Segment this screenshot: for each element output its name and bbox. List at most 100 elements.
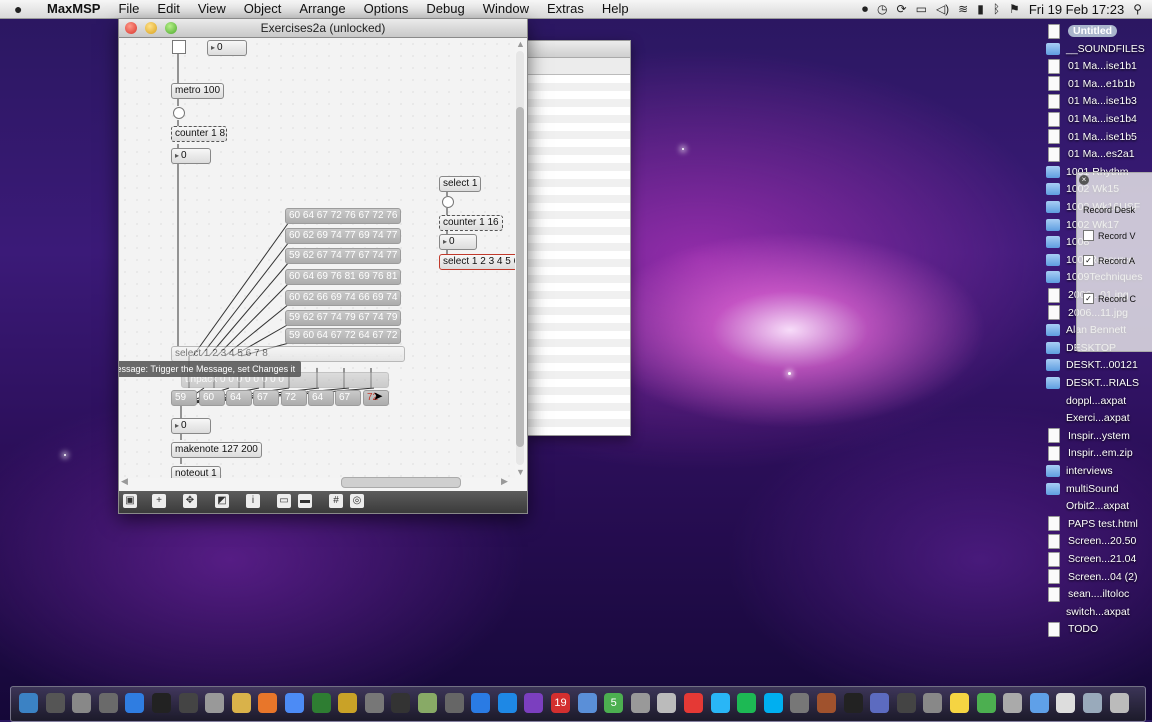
- desktop-item[interactable]: __SOUNDFILES: [1042, 40, 1152, 58]
- dvd-icon[interactable]: [896, 693, 916, 713]
- toggle[interactable]: [172, 40, 186, 54]
- desktop-item[interactable]: Screen...20.50: [1042, 532, 1152, 550]
- select-main-object[interactable]: select 1 2 3 4 5 6 7 8: [171, 346, 405, 362]
- bundle-icon[interactable]: [1003, 693, 1023, 713]
- record-option[interactable]: ✓ Record C: [1083, 293, 1136, 304]
- desktop-item[interactable]: multiSound: [1042, 480, 1152, 498]
- desktop-item[interactable]: Screen...21.04: [1042, 550, 1152, 568]
- message-box[interactable]: 60 62 69 74 77 69 74 77: [285, 228, 402, 244]
- fireworks-icon[interactable]: [338, 693, 358, 713]
- skype-icon[interactable]: [763, 693, 783, 713]
- scroll-right-arrow-icon[interactable]: ▶: [501, 476, 508, 487]
- menu-app-name[interactable]: MaxMSP: [38, 0, 109, 18]
- makenote-object[interactable]: makenote 127 200: [171, 442, 262, 458]
- note-message-box[interactable]: 60: [199, 390, 225, 406]
- inspector-icon[interactable]: i: [246, 494, 260, 508]
- lock-icon[interactable]: ▣: [123, 494, 137, 508]
- move-icon[interactable]: ✥: [183, 494, 197, 508]
- bang-button[interactable]: [173, 107, 185, 119]
- number-box[interactable]: 0: [207, 40, 247, 56]
- trash-icon[interactable]: [1109, 693, 1129, 713]
- spotlight-icon[interactable]: ⚲: [1133, 2, 1142, 16]
- record-checkbox[interactable]: ✓: [1083, 293, 1094, 304]
- record-checkbox[interactable]: [1083, 230, 1094, 241]
- record-option[interactable]: Record V: [1083, 230, 1136, 241]
- menu-view[interactable]: View: [189, 0, 235, 18]
- bang-button-2[interactable]: [442, 196, 454, 208]
- battery-icon[interactable]: ▮: [977, 2, 984, 16]
- dreamweaver-icon[interactable]: [311, 693, 331, 713]
- menu-object[interactable]: Object: [235, 0, 291, 18]
- widget-icon[interactable]: [790, 693, 810, 713]
- horizontal-scrollbar[interactable]: ◀ ▶: [119, 475, 515, 488]
- counter-number-box[interactable]: 0: [171, 148, 211, 164]
- sync-icon[interactable]: ⟳: [897, 2, 907, 16]
- note-message-box[interactable]: 72: [281, 390, 307, 406]
- close-icon[interactable]: ×: [1079, 175, 1089, 185]
- spotify-icon[interactable]: [737, 693, 757, 713]
- new-object-icon[interactable]: +: [152, 494, 166, 508]
- scissors-icon[interactable]: [630, 693, 650, 713]
- itunes-icon[interactable]: [524, 693, 544, 713]
- menu-debug[interactable]: Debug: [417, 0, 473, 18]
- app-store-icon[interactable]: [471, 693, 491, 713]
- desktop-item[interactable]: Inspir...em.zip: [1042, 444, 1152, 462]
- trash-like-icon[interactable]: [98, 693, 118, 713]
- desktop-item[interactable]: DESKT...00121: [1042, 356, 1152, 374]
- vertical-scrollbar[interactable]: ▲ ▼: [515, 39, 525, 479]
- counter-object[interactable]: counter 1 8: [171, 126, 227, 142]
- folders-icon[interactable]: [1029, 693, 1049, 713]
- box-icon[interactable]: [817, 693, 836, 713]
- scroll-left-arrow-icon[interactable]: ◀: [121, 476, 128, 487]
- presentation-icon[interactable]: ◩: [215, 494, 229, 508]
- menu-clock[interactable]: Fri 19 Feb 17:23: [1029, 2, 1124, 17]
- pitch-number-box[interactable]: 0: [171, 418, 211, 434]
- tools-icon[interactable]: [364, 693, 384, 713]
- scroll-down-arrow-icon[interactable]: ▼: [516, 467, 525, 477]
- metro-object[interactable]: metro 100: [171, 83, 225, 99]
- desktop-item[interactable]: 01 Ma...es2a1: [1042, 145, 1152, 163]
- desktop-item[interactable]: Orbit2...axpat: [1042, 497, 1152, 515]
- desktop-item[interactable]: switch...axpat: [1042, 603, 1152, 621]
- desktop-item[interactable]: TODO: [1042, 620, 1152, 638]
- volume-icon[interactable]: ◁): [936, 2, 949, 16]
- record-option[interactable]: Record Desk: [1083, 205, 1135, 215]
- plugin-icon[interactable]: [418, 693, 437, 713]
- menu-help[interactable]: Help: [593, 0, 638, 18]
- quicktime-icon[interactable]: [497, 693, 517, 713]
- select-sequence-object[interactable]: select 1 2 3 4 5 6: [439, 254, 515, 270]
- zoom-out-icon[interactable]: ▭: [277, 494, 291, 508]
- snap-icon[interactable]: ◎: [350, 494, 364, 508]
- menu-arrange[interactable]: Arrange: [290, 0, 354, 18]
- piano-icon[interactable]: [178, 693, 198, 713]
- screen-record-icon[interactable]: ⏺: [862, 2, 868, 17]
- terminal-icon[interactable]: [152, 693, 171, 713]
- desktop-item[interactable]: 01 Ma...ise1b1: [1042, 57, 1152, 75]
- ical-icon[interactable]: [684, 693, 703, 713]
- grid-icon[interactable]: #: [329, 494, 343, 508]
- menu-edit[interactable]: Edit: [148, 0, 188, 18]
- message-box[interactable]: 59 62 67 74 77 67 74 77: [285, 248, 402, 264]
- flag-icon[interactable]: ⚑: [1009, 2, 1020, 16]
- message-box[interactable]: 60 64 67 72 76 67 72 76: [285, 208, 402, 224]
- desktop-item[interactable]: 01 Ma...e1b1b: [1042, 75, 1152, 93]
- desktop-item[interactable]: sean....iltoloc: [1042, 585, 1152, 603]
- background-window-titlebar[interactable]: [527, 41, 630, 58]
- message-box[interactable]: 59 60 64 67 72 64 67 72: [285, 328, 402, 344]
- note-message-box[interactable]: 59: [171, 390, 197, 406]
- background-window[interactable]: [526, 40, 631, 436]
- dashboard-icon[interactable]: [45, 693, 65, 713]
- desktop-item[interactable]: Exerci...axpat: [1042, 409, 1152, 427]
- menu-options[interactable]: Options: [355, 0, 418, 18]
- zoom-in-icon[interactable]: ▬: [298, 494, 312, 508]
- desktop-item[interactable]: Screen...04 (2): [1042, 568, 1152, 586]
- wifi-icon[interactable]: ≋: [958, 2, 968, 16]
- docs-icon[interactable]: [1056, 693, 1076, 713]
- finder-icon[interactable]: [19, 693, 38, 713]
- message-box[interactable]: 59 62 67 74 79 67 74 79: [285, 310, 402, 326]
- bluetooth-icon[interactable]: ᛒ: [993, 2, 1000, 16]
- stack-icon[interactable]: [1083, 693, 1102, 713]
- script-icon[interactable]: [205, 693, 225, 713]
- desktop-item[interactable]: PAPS test.html: [1042, 515, 1152, 533]
- menu-extras[interactable]: Extras: [538, 0, 593, 18]
